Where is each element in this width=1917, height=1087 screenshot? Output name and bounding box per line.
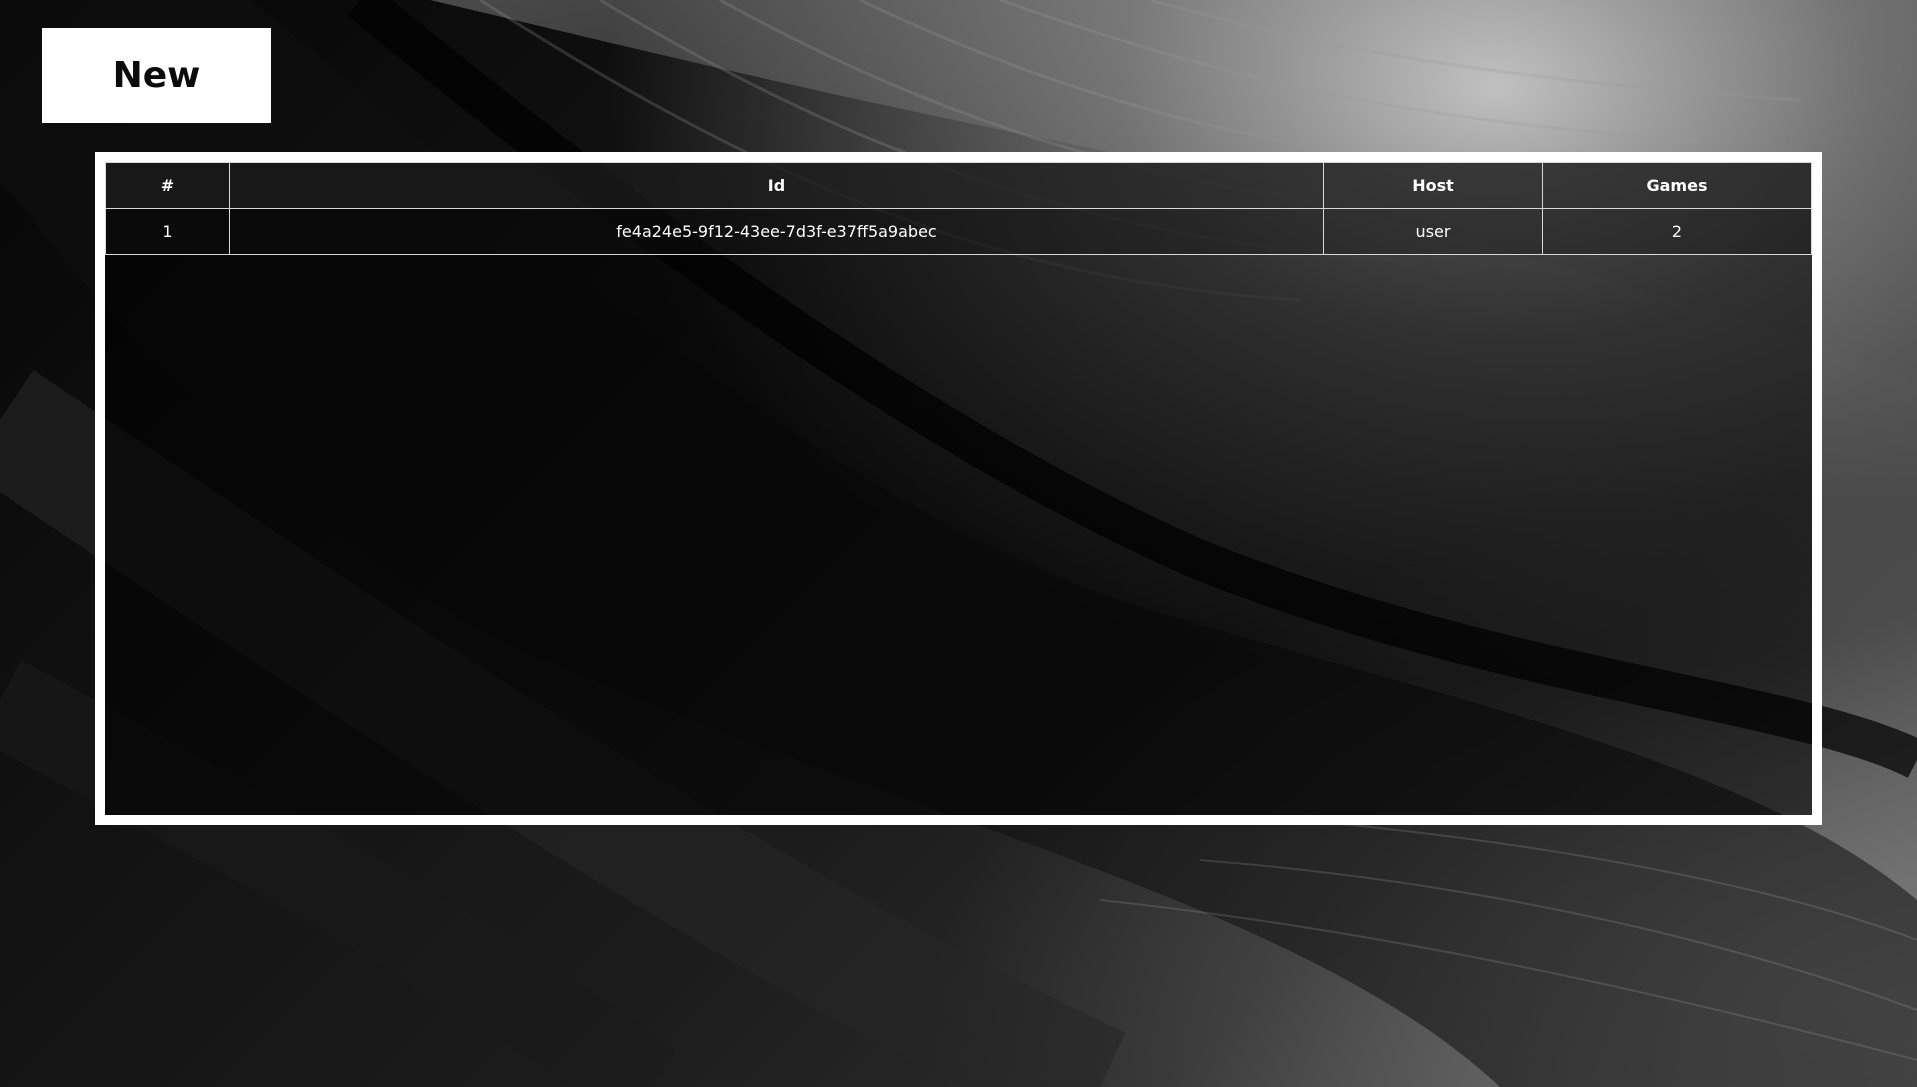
page: New # Id Host Games 1 fe4a24e5-9f12-43ee… (0, 0, 1917, 1087)
sessions-panel: # Id Host Games 1 fe4a24e5-9f12-43ee-7d3… (95, 152, 1822, 825)
sessions-table: # Id Host Games 1 fe4a24e5-9f12-43ee-7d3… (105, 162, 1812, 255)
column-header-number: # (105, 162, 230, 209)
cell-id: fe4a24e5-9f12-43ee-7d3f-e37ff5a9abec (229, 208, 1324, 255)
sessions-table-wrapper: # Id Host Games 1 fe4a24e5-9f12-43ee-7d3… (105, 162, 1812, 255)
table-row[interactable]: 1 fe4a24e5-9f12-43ee-7d3f-e37ff5a9abec u… (105, 208, 1812, 255)
table-header-row: # Id Host Games (105, 162, 1812, 209)
column-header-id: Id (229, 162, 1324, 209)
cell-host: user (1323, 208, 1543, 255)
column-header-host: Host (1323, 162, 1543, 209)
new-button[interactable]: New (42, 28, 271, 123)
column-header-games: Games (1542, 162, 1812, 209)
cell-games: 2 (1542, 208, 1812, 255)
cell-number: 1 (105, 208, 230, 255)
